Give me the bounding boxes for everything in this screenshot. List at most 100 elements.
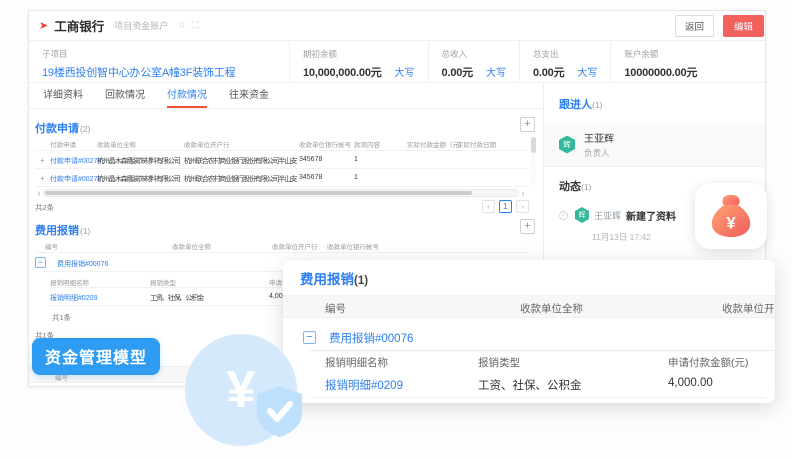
edit-button[interactable]: 编辑 — [723, 15, 764, 37]
yuan-symbol: ¥ — [227, 364, 256, 416]
money-bag-app-icon[interactable]: ¥ — [695, 183, 767, 249]
overlay-title-count: (1) — [354, 275, 368, 287]
overlay-col-detail-name: 报销明细名称 — [325, 355, 388, 370]
overlay-col-payee-bank: 收款单位开户行 — [722, 301, 775, 316]
payee-account-cell: 345678 — [299, 156, 322, 163]
overlay-col-payee-name: 收款单位全称 — [520, 301, 583, 316]
col-actual-date: 实际付款日期 — [457, 139, 496, 149]
income-uppercase-link[interactable]: 大写 — [486, 64, 506, 79]
expense-section-count: (1) — [80, 226, 90, 236]
field-total-outcome: 总支出 0.00元 大写 — [519, 41, 610, 82]
col-detail-type: 报销类型 — [150, 277, 176, 287]
screen: ➤ 工商银行 项目资金账户 ☆ ⛶ 返回 编辑 子项目 19楼西投创智中心办公室… — [0, 0, 792, 459]
collapse-row-icon[interactable]: − — [35, 257, 46, 268]
opening-value: 10,000,000.00元 — [303, 64, 382, 80]
opening-uppercase-link[interactable]: 大写 — [395, 64, 415, 79]
model-badge: 资金管理模型 — [32, 338, 160, 375]
overlay-table-header: 编号 收款单位全称 收款单位开户行 — [283, 295, 775, 318]
overlay-expense-link[interactable]: 费用报销#00076 — [329, 330, 413, 346]
subproject-link[interactable]: 19楼西投创智中心办公室A幢3F装饰工程 — [42, 64, 235, 80]
subproject-label: 子项目 — [42, 48, 276, 60]
overlay-title-text: 费用报销 — [300, 272, 354, 287]
followers-count: (1) — [592, 100, 602, 110]
tab-current-funds[interactable]: 往来资金 — [229, 83, 269, 108]
pagination: ‹ 1 › — [482, 200, 529, 213]
outcome-uppercase-link[interactable]: 大写 — [577, 64, 597, 79]
detail-type-cell: 工资、社保、公积金 — [150, 293, 203, 303]
window-header: ➤ 工商银行 项目资金账户 ☆ ⛶ 返回 编辑 — [29, 11, 765, 41]
follower-item[interactable]: 辉 王亚辉 负责人 — [544, 123, 765, 167]
scroll-left-icon[interactable]: ‹ — [35, 188, 43, 198]
expand-row-icon[interactable]: + — [40, 174, 45, 183]
vertical-scrollbar[interactable] — [531, 137, 536, 185]
overlay-collapse-icon[interactable]: − — [303, 331, 316, 344]
table-divider — [35, 168, 529, 169]
payment-request-link[interactable]: 付款申请#00274 — [50, 156, 101, 166]
expand-row-icon[interactable]: + — [40, 156, 45, 165]
field-account-balance: 账户余额 10000000.00元 — [610, 41, 710, 82]
payee-name-cell: 杭州晶木森鹰装饰材料有限公司 — [97, 174, 183, 184]
outcome-value: 0.00元 — [533, 64, 564, 80]
overlay-col-id: 编号 — [325, 301, 346, 316]
add-payment-request-button[interactable]: + — [520, 117, 535, 132]
expense-zoom-panel: 费用报销(1) 编号 收款单位全称 收款单位开户行 − 费用报销#00076 报… — [283, 260, 775, 403]
field-subproject: 子项目 19楼西投创智中心办公室A幢3F装饰工程 — [29, 41, 289, 82]
summary-strip: 子项目 19楼西投创智中心办公室A幢3F装饰工程 期初余额 10,000,000… — [29, 41, 765, 83]
detail-record-link[interactable]: 报销明细#0209 — [50, 293, 97, 303]
field-total-income: 总收入 0.00元 大写 — [428, 41, 519, 82]
overlay-detail-amount: 4,000.00 — [668, 377, 713, 389]
expense-detail-total-count: 共1条 — [52, 312, 71, 323]
star-icon[interactable]: ☆ — [177, 20, 186, 31]
activity-status-icon: ✓ — [559, 211, 568, 220]
payment-section-count: (2) — [80, 124, 90, 134]
outcome-label: 总支出 — [533, 48, 597, 60]
tab-collections[interactable]: 回款情况 — [105, 83, 145, 108]
income-label: 总收入 — [442, 48, 506, 60]
activity-count: (1) — [581, 182, 591, 192]
activity-action: 新建了资料 — [626, 208, 676, 223]
activity-avatar: 辉 — [575, 207, 589, 223]
overlay-detail-link[interactable]: 报销明细#0209 — [325, 377, 403, 393]
payment-total-count: 共2条 — [35, 202, 54, 213]
overlay-detail-type: 工资、社保、公积金 — [478, 377, 582, 393]
page-title: 工商银行 — [54, 16, 104, 35]
tab-bar: 详细资料 回款情况 付款情况 往来资金 — [29, 83, 543, 109]
col-payee-name: 收款单位全称 — [97, 139, 136, 149]
tab-details[interactable]: 详细资料 — [43, 83, 83, 108]
prev-page-button[interactable]: ‹ — [482, 200, 495, 213]
follower-role: 负责人 — [584, 147, 614, 159]
opening-label: 期初余额 — [303, 48, 415, 60]
payment-request-link[interactable]: 付款申请#00272 — [50, 174, 101, 184]
follower-avatar: 辉 — [559, 136, 575, 154]
payment-content-cell: 1 — [354, 156, 358, 163]
current-page-button[interactable]: 1 — [499, 200, 512, 213]
scroll-right-icon[interactable]: › — [519, 188, 527, 198]
bag-yuan-symbol: ¥ — [726, 214, 735, 232]
table-divider — [35, 150, 529, 151]
expand-icon[interactable]: ⛶ — [192, 20, 198, 31]
next-page-button[interactable]: › — [516, 200, 529, 213]
col-payment-request: 付款申请 — [50, 139, 76, 149]
account-type-tag: 项目资金账户 — [114, 19, 168, 32]
shield-check-watermark-icon — [257, 386, 302, 442]
follower-name: 王亚辉 — [584, 130, 614, 145]
expense-record-link[interactable]: 费用报销#00076 — [57, 259, 108, 269]
tab-payments[interactable]: 付款情况 — [167, 83, 207, 108]
overlay-col-detail-amount: 申请付款金额(元) — [668, 355, 749, 370]
horizontal-scrollbar[interactable]: ‹ › — [35, 188, 527, 198]
col-payee-account: 收款单位银行帐号 — [299, 139, 351, 149]
income-value: 0.00元 — [442, 64, 473, 80]
expense-section-header: 费用报销(1) — [35, 221, 90, 239]
scrollbar-track[interactable] — [43, 189, 519, 197]
followers-title: 跟进人 — [559, 99, 592, 111]
overlay-divider — [310, 350, 775, 351]
payment-section-title: 付款申请 — [35, 123, 79, 135]
col-expense-payee-bank: 收款单位开户行 — [272, 241, 318, 251]
activity-user: 王亚辉 — [594, 209, 621, 222]
add-expense-button[interactable]: + — [520, 219, 535, 234]
expense-section-title: 费用报销 — [35, 225, 79, 237]
activity-title: 动态 — [559, 181, 581, 193]
table-divider — [35, 252, 529, 253]
back-button[interactable]: 返回 — [675, 15, 714, 37]
scrollbar-thumb[interactable] — [45, 191, 472, 195]
